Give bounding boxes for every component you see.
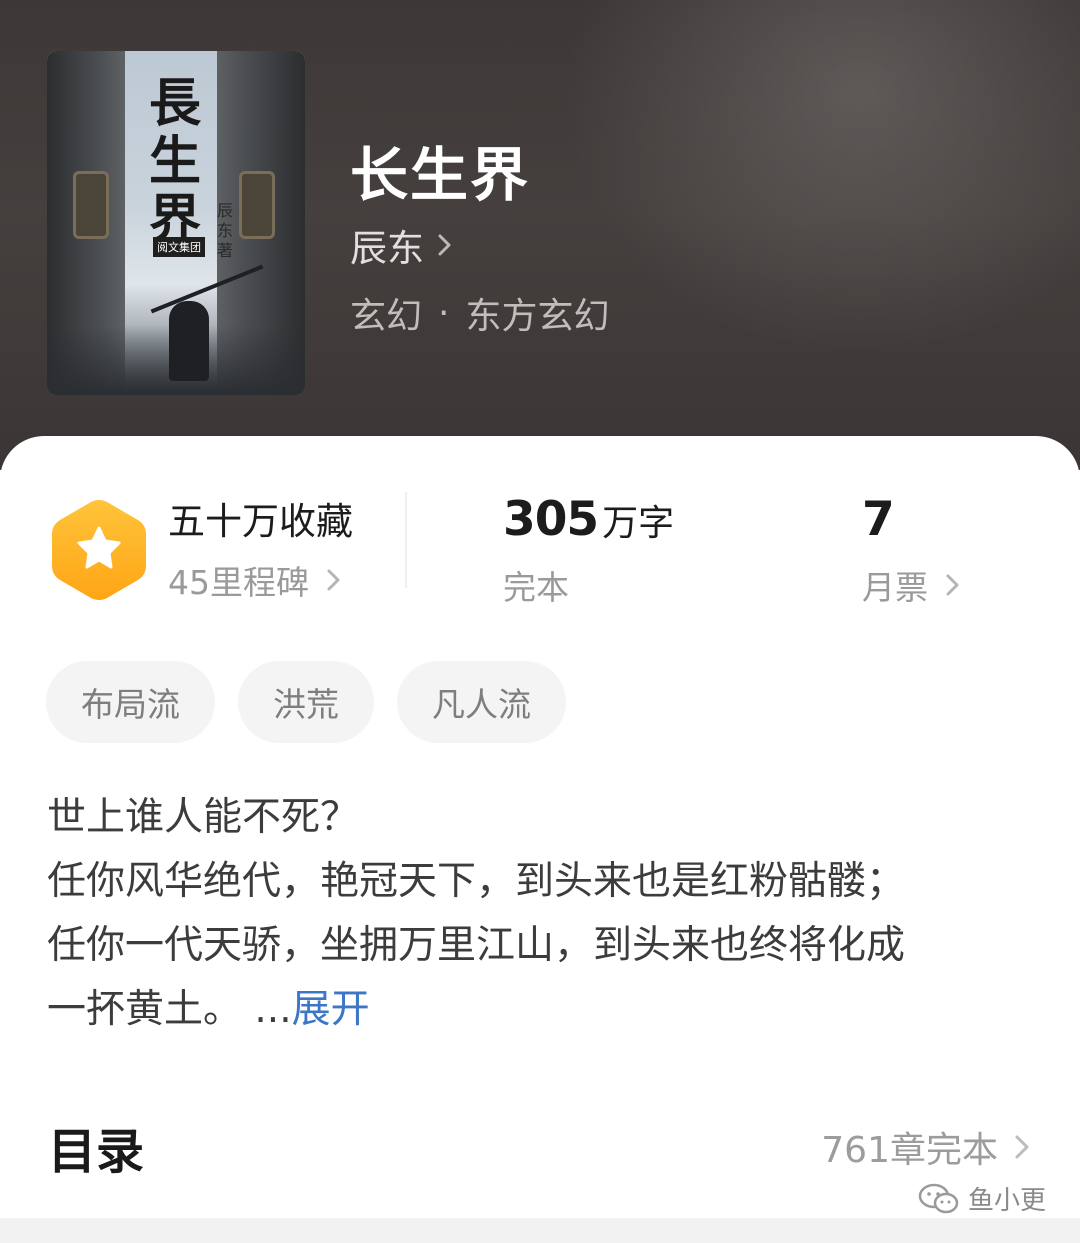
chevron-right-icon (1015, 1135, 1029, 1159)
tag-chip[interactable]: 凡人流 (397, 661, 566, 743)
toc-chapter-info: 761章完本 (821, 1121, 1032, 1173)
cover-publisher-logo: 阅文集团 (153, 237, 205, 257)
watermark: 鱼小更 (918, 1180, 1046, 1217)
stats-row: 五十万收藏 45里程碑 305 万字 完本 7 月票 (0, 436, 1080, 616)
cover-warrior-figure (169, 301, 209, 381)
tag-chip[interactable]: 布局流 (46, 661, 215, 743)
monthly-votes-stat[interactable]: 7 月票 (862, 492, 962, 609)
word-count-number: 305 (503, 492, 599, 547)
author-name: 辰东 (350, 227, 424, 270)
toc-title: 目录 (48, 1124, 145, 1180)
completion-status: 完本 (503, 568, 569, 607)
chevron-right-icon (946, 574, 959, 596)
star-badge-icon (52, 500, 146, 600)
description-line: 任你风华绝代，艳冠天下，到头来也是红粉骷髅； (47, 859, 906, 904)
expand-description-link[interactable]: 展开 (292, 987, 370, 1032)
book-detail-card: 五十万收藏 45里程碑 305 万字 完本 7 月票 布局流 洪荒 凡人流 世上… (0, 436, 1080, 1243)
stat-divider (405, 492, 407, 588)
author-link[interactable]: 辰东 (350, 220, 456, 270)
description-line: 任你一代天骄，坐拥万里江山，到头来也终将化成 (47, 923, 906, 968)
toc-chapter-count: 761章完本 (821, 1130, 998, 1171)
description-line: 一抔黄土。 ... (47, 987, 292, 1032)
monthly-votes-link[interactable]: 月票 (862, 561, 962, 609)
description-line: 世上谁人能不死？ (47, 795, 360, 840)
collection-stat[interactable]: 五十万收藏 45里程碑 (168, 498, 353, 604)
milestone-link[interactable]: 45里程碑 (168, 556, 353, 604)
bottom-divider-strip (0, 1218, 1080, 1243)
genre-separator: · (438, 292, 450, 334)
book-title: 长生界 (350, 141, 531, 209)
collection-label: 五十万收藏 (168, 500, 353, 543)
word-count-unit: 万字 (602, 503, 675, 544)
table-of-contents-row[interactable]: 目录 761章完本 (48, 1112, 1032, 1182)
tag-list: 布局流 洪荒 凡人流 (46, 661, 566, 743)
genre-line: 玄幻 · 东方玄幻 (350, 288, 609, 338)
chevron-right-icon (327, 569, 340, 591)
watermark-text: 鱼小更 (967, 1186, 1046, 1216)
description-last-line: 一抔黄土。 ...展开 (47, 978, 1047, 1042)
book-header: 長生界 辰东著 阅文集团 长生界 辰东 玄幻 · 东方玄幻 (0, 0, 1080, 470)
book-description: 世上谁人能不死？ 任你风华绝代，艳冠天下，到头来也是红粉骷髅； 任你一代天骄，坐… (47, 786, 1047, 1042)
subgenre-label[interactable]: 东方玄幻 (465, 287, 609, 339)
wechat-icon (918, 1183, 959, 1213)
tag-chip[interactable]: 洪荒 (238, 661, 374, 743)
word-count-stat: 305 万字 完本 (503, 492, 674, 609)
monthly-votes-label: 月票 (862, 568, 928, 607)
genre-label[interactable]: 玄幻 (350, 287, 422, 339)
cover-door-seal (73, 171, 109, 239)
book-cover-image[interactable]: 長生界 辰东著 阅文集团 (47, 51, 305, 395)
cover-author-text: 辰东著 (217, 201, 234, 260)
cover-title-text: 長生界 (148, 73, 201, 250)
chevron-right-icon (438, 234, 451, 256)
cover-door-seal (239, 171, 275, 239)
monthly-votes-number: 7 (862, 492, 895, 547)
milestone-label: 45里程碑 (168, 563, 309, 602)
